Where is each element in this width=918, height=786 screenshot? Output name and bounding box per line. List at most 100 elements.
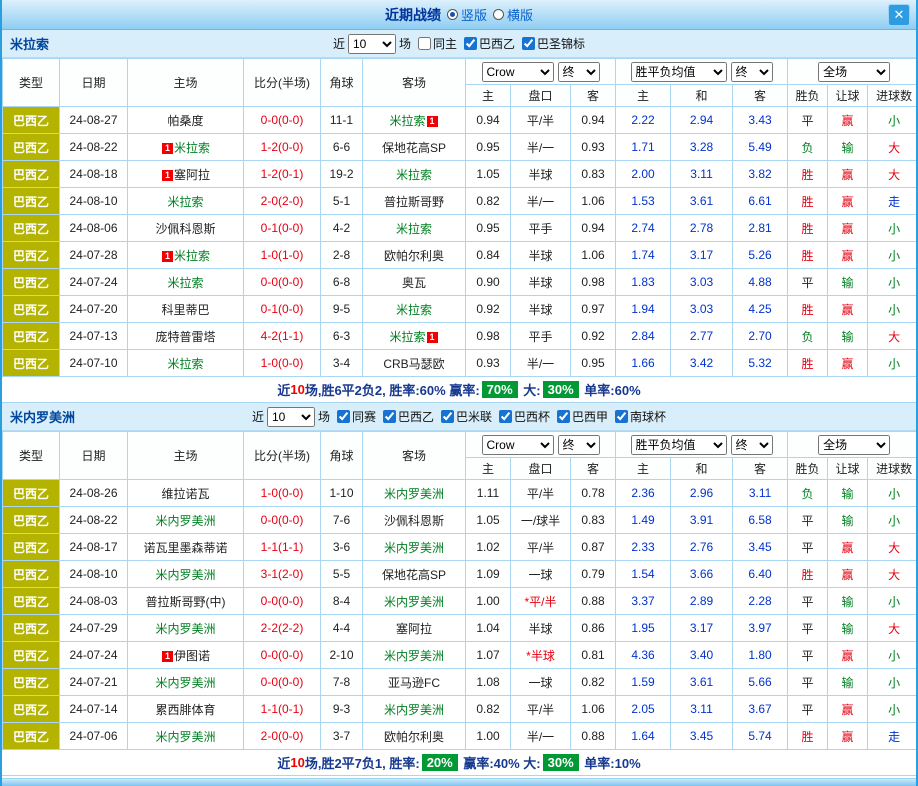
radio-horizontal-layout[interactable]: 横版 — [493, 5, 533, 24]
checkbox-同主[interactable] — [418, 37, 431, 50]
checkbox-同赛[interactable] — [337, 410, 350, 423]
avg-draw-cell: 3.61 — [671, 188, 733, 215]
avg-away-cell: 6.58 — [733, 507, 788, 534]
filter-checkbox-巴圣锦标[interactable]: 巴圣锦标 — [522, 35, 585, 52]
column-subheader: 进球数 — [868, 85, 918, 107]
score-cell: 1-1(1-1) — [244, 534, 321, 561]
handicap-cell: 平/半 — [511, 696, 571, 723]
result-cell: 胜 — [788, 296, 828, 323]
radio-vertical-layout[interactable]: 竖版 — [447, 5, 487, 24]
avg-type-select[interactable]: 胜平负均值 — [631, 435, 727, 455]
stats-table-1: 类型日期主场比分(半场)角球客场Crow终胜平负均值终全场主盘口客主和客胜负让球… — [2, 58, 918, 377]
date-cell: 24-07-24 — [60, 269, 128, 296]
match-count-select[interactable]: 10 — [348, 34, 396, 54]
checkbox-巴西杯[interactable] — [499, 410, 512, 423]
score-cell: 1-0(1-0) — [244, 242, 321, 269]
checkbox-巴西甲[interactable] — [557, 410, 570, 423]
near-label: 近 — [333, 35, 345, 52]
checkbox-巴圣锦标[interactable] — [522, 37, 535, 50]
home-team-cell: 米拉索 — [128, 188, 244, 215]
odds-company-select[interactable]: Crow — [482, 62, 554, 82]
handicap-cell: 半球 — [511, 161, 571, 188]
filter-checkbox-南球杯[interactable]: 南球杯 — [615, 408, 666, 425]
odds-company-select[interactable]: Crow — [482, 435, 554, 455]
team-label: 塞阿拉 — [396, 622, 432, 636]
rate-badge: 20% — [422, 754, 458, 771]
checkbox-巴西乙[interactable] — [383, 410, 396, 423]
handicap-cell: *半球 — [511, 642, 571, 669]
radio-horizontal-label: 横版 — [507, 5, 533, 24]
column-header: 主场 — [128, 59, 244, 107]
filter-checkbox-巴西杯[interactable]: 巴西杯 — [499, 408, 550, 425]
summary-row: 近10场,胜2平7负1, 胜率:20% 赢率:40% 大:30% 单率:10% — [2, 750, 916, 776]
avg-away-cell: 4.88 — [733, 269, 788, 296]
avg-home-cell: 1.95 — [616, 615, 671, 642]
scope-select[interactable]: 全场 — [818, 435, 890, 455]
result-cell: 负 — [788, 134, 828, 161]
filter-checkbox-巴西甲[interactable]: 巴西甲 — [557, 408, 608, 425]
handicap-result-cell: 输 — [828, 615, 868, 642]
close-button[interactable]: ✕ — [888, 4, 910, 26]
filter-checkbox-同主[interactable]: 同主 — [418, 35, 457, 52]
checkbox-巴米联[interactable] — [441, 410, 454, 423]
goals-result-cell: 大 — [868, 161, 918, 188]
date-cell: 24-07-24 — [60, 642, 128, 669]
result-cell: 平 — [788, 588, 828, 615]
away-team-cell: 沙佩科恩斯 — [363, 507, 466, 534]
score-cell: 2-0(0-0) — [244, 723, 321, 750]
home-odds-cell: 1.08 — [466, 669, 511, 696]
team-label: 米内罗美洲 — [384, 703, 444, 717]
filter-checkbox-巴西乙[interactable]: 巴西乙 — [464, 35, 515, 52]
team-label: 欧帕尔利奥 — [384, 249, 444, 263]
avg-time-select[interactable]: 终 — [731, 435, 773, 455]
avg-time-select[interactable]: 终 — [731, 62, 773, 82]
checkbox-南球杯[interactable] — [615, 410, 628, 423]
avg-away-cell: 3.82 — [733, 161, 788, 188]
goals-result-cell: 小 — [868, 215, 918, 242]
handicap-result-cell: 赢 — [828, 534, 868, 561]
team-label: CRB马瑟欧 — [383, 357, 444, 371]
filter-checkbox-同赛[interactable]: 同赛 — [337, 408, 376, 425]
filter-checkbox-巴米联[interactable]: 巴米联 — [441, 408, 492, 425]
league-cell: 巴西乙 — [3, 323, 60, 350]
summary-row: 近10场,胜6平2负2, 胜率:60% 赢率:70% 大:30% 单率:60% — [2, 377, 916, 403]
home-team-cell: 米内罗美洲 — [128, 561, 244, 588]
match-row: 巴西乙24-07-29米内罗美洲2-2(2-2)4-4塞阿拉1.04半球0.86… — [3, 615, 918, 642]
result-cell: 胜 — [788, 188, 828, 215]
scope-select[interactable]: 全场 — [818, 62, 890, 82]
match-row: 巴西乙24-07-13庞特普雷塔4-2(1-1)6-3米拉索10.98平手0.9… — [3, 323, 918, 350]
league-cell: 巴西乙 — [3, 669, 60, 696]
avg-type-select[interactable]: 胜平负均值 — [631, 62, 727, 82]
handicap-cell: 一球 — [511, 561, 571, 588]
avg-draw-cell: 3.91 — [671, 507, 733, 534]
team-label: 米拉索 — [396, 303, 432, 317]
checkbox-label: 南球杯 — [630, 408, 666, 425]
odds-time-select[interactable]: 终 — [558, 435, 600, 455]
handicap-cell: 半球 — [511, 242, 571, 269]
league-cell: 巴西乙 — [3, 507, 60, 534]
avg-away-cell: 3.11 — [733, 480, 788, 507]
home-team-cell: 米内罗美洲 — [128, 723, 244, 750]
team-label: 诺瓦里墨森蒂诺 — [143, 541, 227, 555]
away-team-cell: 米内罗美洲 — [363, 534, 466, 561]
date-cell: 24-07-29 — [60, 615, 128, 642]
avg-home-cell: 1.94 — [616, 296, 671, 323]
match-row: 巴西乙24-08-17诺瓦里墨森蒂诺1-1(1-1)3-6米内罗美洲1.02平/… — [3, 534, 918, 561]
header-dropdown-cell: 全场 — [788, 59, 918, 85]
games-label: 场 — [399, 35, 411, 52]
near-label: 近 — [252, 408, 264, 425]
home-team-cell: 维拉诺瓦 — [128, 480, 244, 507]
filter-controls: 近10场同主巴西乙巴圣锦标 — [160, 34, 758, 54]
avg-draw-cell: 3.03 — [671, 296, 733, 323]
score-cell: 0-0(0-0) — [244, 669, 321, 696]
filter-checkbox-巴西乙[interactable]: 巴西乙 — [383, 408, 434, 425]
avg-away-cell: 6.61 — [733, 188, 788, 215]
score-cell: 4-2(1-1) — [244, 323, 321, 350]
match-row: 巴西乙24-08-26维拉诺瓦1-0(0-0)1-10米内罗美洲1.11平/半0… — [3, 480, 918, 507]
home-odds-cell: 0.95 — [466, 134, 511, 161]
odds-time-select[interactable]: 终 — [558, 62, 600, 82]
match-count-select[interactable]: 10 — [267, 407, 315, 427]
checkbox-巴西乙[interactable] — [464, 37, 477, 50]
score-cell: 1-1(0-1) — [244, 696, 321, 723]
summary-text: 大: — [520, 380, 541, 399]
